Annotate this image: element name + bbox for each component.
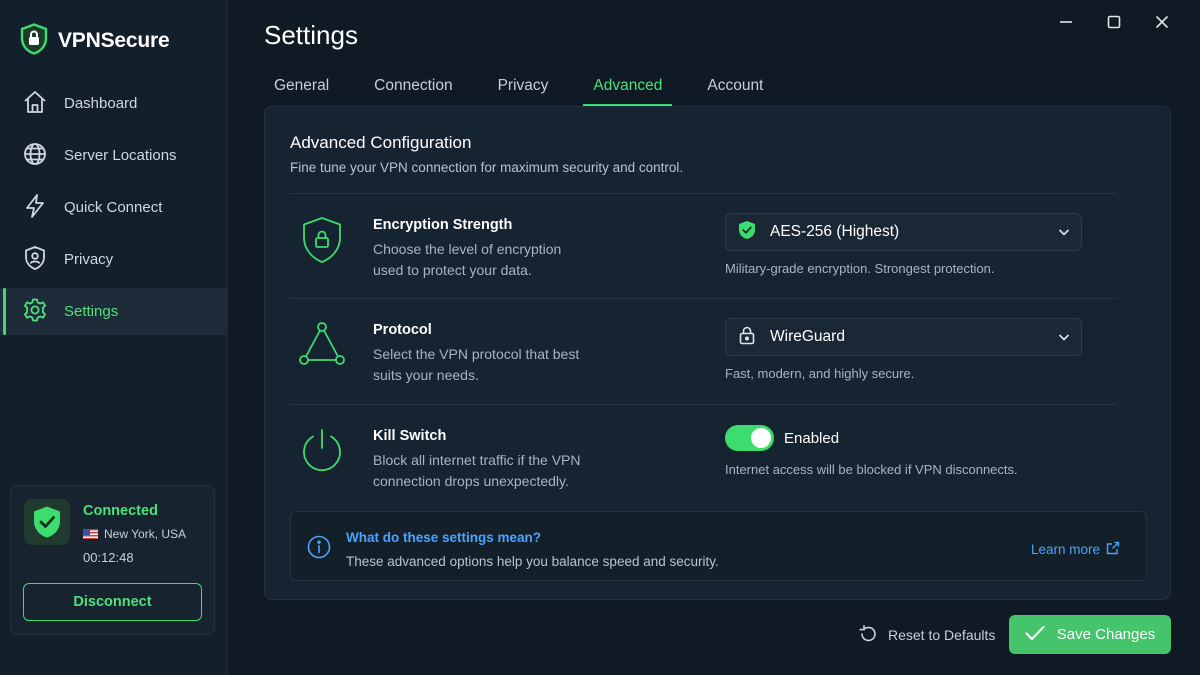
shield-check-icon: [24, 499, 70, 545]
us-flag-icon: [83, 529, 98, 539]
save-label: Save Changes: [1056, 626, 1156, 643]
disconnect-button[interactable]: Disconnect: [23, 583, 202, 621]
sidebar-item-label: Server Locations: [64, 147, 177, 164]
protocol-select[interactable]: WireGuard: [725, 318, 1082, 356]
maximize-icon[interactable]: [1090, 12, 1138, 32]
connection-timer: 00:12:48: [83, 550, 134, 565]
sidebar-item-settings[interactable]: Settings: [0, 288, 228, 335]
kill-switch-state: Enabled: [784, 430, 840, 447]
shield-lock-logo-icon: [20, 22, 48, 60]
location-label: New York, USA: [104, 527, 187, 541]
protocol-selected-value: WireGuard: [770, 328, 845, 345]
sidebar-item-quick-connect[interactable]: Quick Connect: [0, 184, 228, 231]
tab-privacy[interactable]: Privacy: [488, 66, 559, 106]
chevron-down-icon: [1057, 330, 1071, 349]
sidebar-item-label: Quick Connect: [64, 199, 163, 216]
encryption-select[interactable]: AES-256 (Highest): [725, 213, 1082, 251]
tab-general[interactable]: General: [264, 66, 339, 106]
divider: [290, 404, 1117, 405]
globe-icon: [22, 141, 48, 171]
minimize-icon[interactable]: [1042, 12, 1090, 32]
lock-icon: [738, 325, 756, 350]
connection-status-card: Connected New York, USA 00:12:48 Disconn…: [10, 485, 215, 635]
protocol-description: Select the VPN protocol that best suits …: [373, 346, 580, 383]
sidebar-item-label: Privacy: [64, 251, 114, 268]
protocol-title: Protocol: [373, 322, 432, 338]
kill-switch-hint: Internet access will be blocked if VPN d…: [725, 462, 1018, 477]
tab-connection[interactable]: Connection: [364, 66, 462, 106]
sidebar-nav: Dashboard Server Locations Quick Connect: [0, 80, 228, 340]
shield-check-icon: [738, 220, 756, 245]
connection-status: Connected: [83, 503, 158, 519]
encryption-hint: Military-grade encryption. Strongest pro…: [725, 261, 995, 276]
sidebar: VPNSecure Dashboard Server Locations Qui…: [0, 0, 228, 675]
kill-switch-toggle[interactable]: [725, 425, 774, 451]
protocol-network-icon: [299, 319, 345, 369]
sidebar-item-server-locations[interactable]: Server Locations: [0, 132, 228, 179]
power-icon: [299, 425, 345, 475]
close-icon[interactable]: [1138, 12, 1186, 32]
info-icon: [307, 535, 331, 564]
reset-defaults-button[interactable]: Reset to Defaults: [858, 624, 995, 646]
connection-location: New York, USA: [83, 527, 186, 541]
window-controls: [1042, 12, 1186, 32]
learn-more-link[interactable]: Learn more: [1031, 541, 1120, 558]
brand-name: VPNSecure: [58, 29, 170, 52]
gear-icon: [22, 297, 48, 327]
sidebar-item-dashboard[interactable]: Dashboard: [0, 80, 228, 127]
lightning-icon: [22, 193, 48, 223]
encryption-selected-value: AES-256 (Highest): [770, 223, 900, 240]
divider: [290, 193, 1117, 194]
info-description: These advanced options help you balance …: [346, 554, 719, 569]
sidebar-item-label: Settings: [64, 303, 119, 320]
divider: [290, 298, 1117, 299]
sidebar-item-label: Dashboard: [64, 95, 138, 112]
encryption-title: Encryption Strength: [373, 217, 513, 233]
tab-advanced[interactable]: Advanced: [583, 66, 673, 106]
kill-switch-title: Kill Switch: [373, 428, 447, 444]
info-box: What do these settings mean? These advan…: [290, 511, 1147, 581]
brand: VPNSecure: [20, 22, 170, 60]
info-title: What do these settings mean?: [346, 530, 542, 545]
external-link-icon: [1106, 541, 1120, 558]
save-changes-button[interactable]: Save Changes: [1009, 615, 1171, 654]
sidebar-item-privacy[interactable]: Privacy: [0, 236, 228, 283]
home-icon: [22, 89, 48, 119]
settings-tabs: General Connection Privacy Advanced Acco…: [264, 66, 798, 106]
page-title: Settings: [264, 20, 358, 50]
chevron-down-icon: [1057, 225, 1071, 244]
kill-switch-description: Block all internet traffic if the VPN co…: [373, 452, 581, 489]
reset-icon: [858, 624, 878, 647]
tab-account[interactable]: Account: [697, 66, 773, 106]
learn-more-label: Learn more: [1030, 542, 1100, 557]
shield-user-icon: [22, 245, 48, 275]
shield-lock-icon: [299, 215, 345, 265]
reset-label: Reset to Defaults: [888, 627, 996, 643]
protocol-hint: Fast, modern, and highly secure.: [725, 366, 915, 381]
checkmark-icon: [1025, 625, 1045, 645]
panel-subtitle: Fine tune your VPN connection for maximu…: [290, 160, 684, 175]
advanced-settings-panel: Advanced Configuration Fine tune your VP…: [264, 106, 1171, 600]
panel-title: Advanced Configuration: [290, 133, 472, 152]
encryption-description: Choose the level of encryption used to p…: [373, 241, 562, 278]
